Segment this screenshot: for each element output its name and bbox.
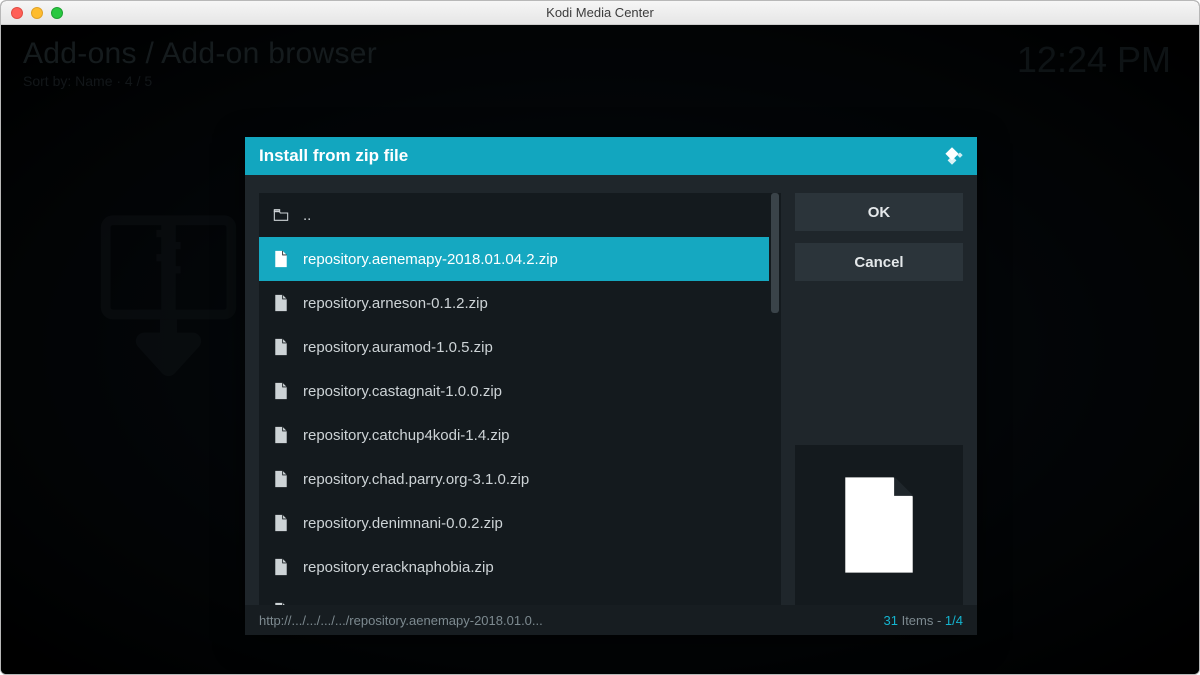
preview-panel bbox=[795, 445, 963, 605]
file-name: repository.eracknaphobia.zip bbox=[303, 559, 494, 576]
list-item[interactable]: repository.aenemapy-2018.01.04.2.zip bbox=[259, 237, 769, 281]
side-pane: OK Cancel bbox=[795, 193, 963, 605]
list-item[interactable]: repository.eracknaphobia.zip bbox=[259, 545, 769, 589]
dialog-title: Install from zip file bbox=[259, 146, 408, 166]
list-item[interactable]: repository.arneson-0.1.2.zip bbox=[259, 281, 769, 325]
dialog-footer: http://.../.../.../.../repository.aenema… bbox=[245, 605, 977, 635]
file-name: repository.chad.parry.org-3.1.0.zip bbox=[303, 471, 529, 488]
scrollbar[interactable] bbox=[769, 193, 781, 605]
file-list[interactable]: .. repository.aenemapy-2018.01.04.2.zip re… bbox=[259, 193, 769, 605]
file-icon bbox=[838, 475, 920, 575]
install-from-zip-dialog: Install from zip file .. repository.aenem… bbox=[245, 137, 977, 635]
dialog-header: Install from zip file bbox=[245, 137, 977, 175]
ok-button[interactable]: OK bbox=[795, 193, 963, 231]
list-item[interactable]: repository.featherence-1.2.0.zip bbox=[259, 589, 769, 605]
parent-folder-row[interactable]: .. bbox=[259, 193, 769, 237]
file-name: repository.aenemapy-2018.01.04.2.zip bbox=[303, 251, 558, 268]
list-item[interactable]: repository.catchup4kodi-1.4.zip bbox=[259, 413, 769, 457]
titlebar: Kodi Media Center bbox=[1, 1, 1199, 25]
file-pane: .. repository.aenemapy-2018.01.04.2.zip re… bbox=[259, 193, 781, 605]
list-item[interactable]: repository.chad.parry.org-3.1.0.zip bbox=[259, 457, 769, 501]
dialog-body: .. repository.aenemapy-2018.01.04.2.zip re… bbox=[245, 175, 977, 605]
list-item[interactable]: repository.auramod-1.0.5.zip bbox=[259, 325, 769, 369]
mac-window: Kodi Media Center Add-ons / Add-on brows… bbox=[0, 0, 1200, 675]
footer-path: http://.../.../.../.../repository.aenema… bbox=[259, 613, 884, 628]
footer-count: 31 Items - 1/4 bbox=[884, 613, 964, 628]
list-item[interactable]: repository.denimnani-0.0.2.zip bbox=[259, 501, 769, 545]
file-name: repository.auramod-1.0.5.zip bbox=[303, 339, 493, 356]
file-name: repository.catchup4kodi-1.4.zip bbox=[303, 427, 510, 444]
list-item[interactable]: repository.castagnait-1.0.0.zip bbox=[259, 369, 769, 413]
cancel-button[interactable]: Cancel bbox=[795, 243, 963, 281]
parent-folder-label: .. bbox=[303, 207, 311, 224]
kodi-logo-icon bbox=[941, 145, 963, 167]
window-title: Kodi Media Center bbox=[1, 5, 1199, 20]
file-name: repository.arneson-0.1.2.zip bbox=[303, 295, 488, 312]
kodi-background: Add-ons / Add-on browser Sort by: Name ·… bbox=[1, 25, 1199, 674]
file-name: repository.castagnait-1.0.0.zip bbox=[303, 383, 502, 400]
scroll-thumb[interactable] bbox=[771, 193, 779, 313]
file-name: repository.denimnani-0.0.2.zip bbox=[303, 515, 503, 532]
